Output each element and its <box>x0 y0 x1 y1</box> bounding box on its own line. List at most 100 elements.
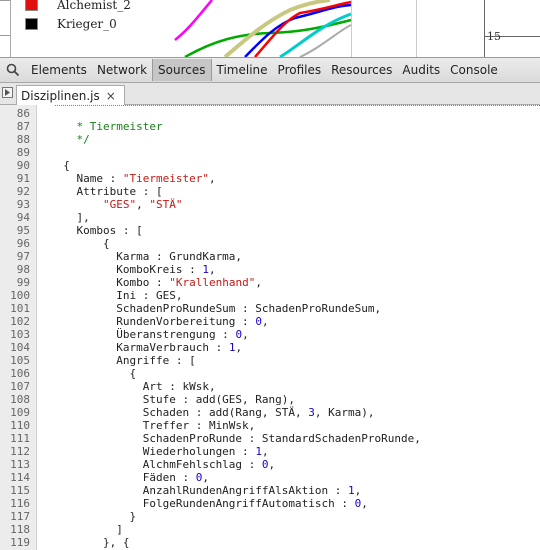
code-token: , Karma), <box>314 406 375 419</box>
file-tab-name: Disziplinen.js <box>21 88 100 103</box>
code-line: 87 * Tiermeister <box>0 120 540 133</box>
code-text: Angriffe : [ <box>50 354 195 367</box>
code-token: 1 <box>348 484 355 497</box>
code-line: 115 AnzahlRundenAngriffAlsAktion : 1, <box>0 484 540 497</box>
code-token: 1 <box>202 263 209 276</box>
code-line: 98 KomboKreis : 1, <box>0 263 540 276</box>
line-number: 103 <box>10 328 30 341</box>
magnifier-icon[interactable] <box>0 58 26 82</box>
code-line: 110 Treffer : MinWsk, <box>0 419 540 432</box>
tab-timeline[interactable]: Timeline <box>212 59 273 81</box>
line-number: 102 <box>10 315 30 328</box>
code-line: 92 Attribute : [ <box>0 185 540 198</box>
code-token: ] <box>50 523 123 536</box>
code-text <box>50 107 77 120</box>
code-token: , <box>242 328 249 341</box>
code-token: ], <box>50 211 90 224</box>
code-text: RundenVorbereitung : 0, <box>50 315 269 328</box>
line-number: 110 <box>10 419 30 432</box>
code-line: 99 Kombo : "Krallenhand", <box>0 276 540 289</box>
code-editor[interactable]: 86 87 * Tiermeister 88 */89 90 {91 Name : … <box>0 105 540 550</box>
code-token: Fäden : <box>50 471 196 484</box>
file-tab[interactable]: Disziplinen.js × <box>16 85 125 105</box>
line-number: 109 <box>10 406 30 419</box>
code-line: 103 Überanstrengung : 0, <box>0 328 540 341</box>
code-line: 117 } <box>0 510 540 523</box>
code-token: { <box>50 367 137 380</box>
code-text: { <box>50 237 110 250</box>
code-token: 3 <box>308 406 315 419</box>
tab-elements[interactable]: Elements <box>26 59 92 81</box>
tab-sources[interactable]: Sources <box>152 59 212 81</box>
line-number: 91 <box>16 172 30 185</box>
code-token: FolgeRundenAngriffAutomatisch : <box>50 497 355 510</box>
chart-area: Alchemist_2 Krieger_0 15 <box>0 0 540 57</box>
tab-profiles[interactable]: Profiles <box>273 59 327 81</box>
comment-divider <box>55 105 540 106</box>
line-number: 108 <box>10 393 30 406</box>
code-token: , <box>208 263 216 276</box>
code-token: , <box>261 315 269 328</box>
code-token: 0 <box>261 458 269 471</box>
code-line: 91 Name : "Tiermeister", <box>0 172 540 185</box>
tab-console[interactable]: Console <box>445 59 503 81</box>
code-line: 111 SchadenProRunde : StandardSchadenPro… <box>0 432 540 445</box>
code-text: FolgeRundenAngriffAutomatisch : 0, <box>50 497 368 510</box>
code-token: AlchmFehlschlag : <box>50 458 262 471</box>
line-number: 118 <box>10 523 30 536</box>
code-token: , <box>268 458 276 471</box>
code-token: , <box>361 497 368 510</box>
line-number: 105 <box>10 354 30 367</box>
code-token: { <box>50 159 70 172</box>
code-token: { <box>50 237 110 250</box>
close-icon[interactable]: × <box>106 89 116 103</box>
code-token: * Tiermeister <box>50 120 163 133</box>
line-number: 116 <box>10 497 30 510</box>
tab-audits[interactable]: Audits <box>397 59 445 81</box>
code-text: Treffer : MinWsk, <box>50 419 256 432</box>
code-token: "GES" <box>102 198 137 211</box>
code-token: KomboKreis : <box>50 263 203 276</box>
code-token: Kombos : [ <box>50 224 143 237</box>
code-text: Stufe : add(GES, Rang), <box>50 393 295 406</box>
code-text: { <box>50 367 136 380</box>
line-number: 93 <box>16 198 30 211</box>
code-text: } <box>50 510 136 523</box>
code-line: 101 SchadenProRundeSum : SchadenProRunde… <box>0 302 540 315</box>
code-line: 104 KarmaVerbrauch : 1, <box>0 341 540 354</box>
code-token: SchadenProRunde : StandardSchadenProRund… <box>50 432 421 445</box>
code-line: 102 RundenVorbereitung : 0, <box>0 315 540 328</box>
code-token: 1 <box>255 445 262 458</box>
code-text: { <box>50 159 70 172</box>
code-token: Schaden : add(Rang, STÄ, <box>50 406 309 419</box>
line-number: 112 <box>10 445 30 458</box>
code-line: 94 ], <box>0 211 540 224</box>
code-text: */ <box>50 133 89 146</box>
line-number: 87 <box>16 120 30 133</box>
code-token: Wiederholungen : <box>50 445 256 458</box>
code-text: Attribute : [ <box>50 185 162 198</box>
show-navigator-icon[interactable] <box>2 87 13 98</box>
code-text: * Tiermeister <box>50 120 163 133</box>
tab-network[interactable]: Network <box>92 59 152 81</box>
code-text: Kombo : "Krallenhand", <box>50 276 262 289</box>
code-line: 108 Stufe : add(GES, Rang), <box>0 393 540 406</box>
code-text: }, { <box>50 536 130 549</box>
code-text: SchadenProRunde : StandardSchadenProRund… <box>50 432 421 445</box>
tab-resources[interactable]: Resources <box>326 59 397 81</box>
line-number: 97 <box>16 250 30 263</box>
line-number: 96 <box>16 237 30 250</box>
code-token: RundenVorbereitung : <box>50 315 256 328</box>
code-line: 96 { <box>0 237 540 250</box>
line-number: 88 <box>16 133 30 146</box>
code-text: KarmaVerbrauch : 1, <box>50 341 242 354</box>
line-number: 89 <box>16 146 30 159</box>
code-line: 106 { <box>0 367 540 380</box>
code-token: , <box>136 198 150 211</box>
code-token: } <box>50 510 137 523</box>
code-text: Kombos : [ <box>50 224 143 237</box>
code-text: Schaden : add(Rang, STÄ, 3, Karma), <box>50 406 375 419</box>
code-token: "Tiermeister" <box>122 172 209 185</box>
code-token: , <box>208 172 216 185</box>
